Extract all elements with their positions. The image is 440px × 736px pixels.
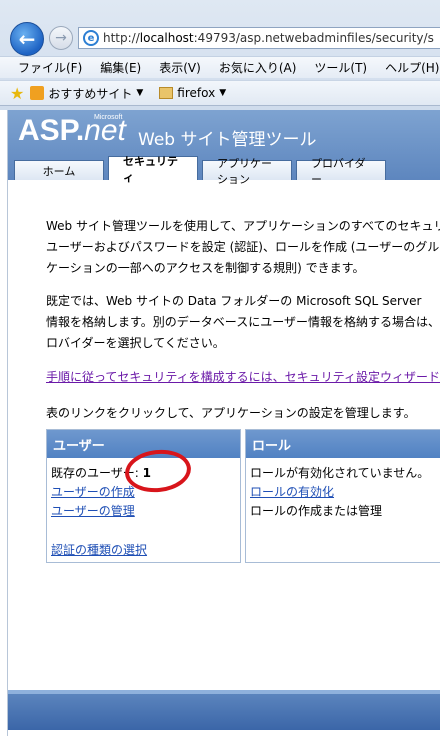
chevron-down-icon: ▼ (219, 88, 227, 98)
firefox-folder-item[interactable]: firefox ▼ (159, 86, 226, 100)
select-auth-type-link[interactable]: 認証の種類の選択 (51, 541, 147, 558)
page-left-edge (0, 110, 8, 736)
back-button[interactable]: ← (10, 22, 44, 56)
address-scheme: http:// (103, 31, 140, 45)
menu-view[interactable]: 表示(V) (159, 59, 201, 76)
browser-chrome: ← → e http://localhost:49793/asp.netweba… (0, 0, 440, 110)
add-favorite-star-icon[interactable]: ★ (10, 84, 24, 103)
menu-help[interactable]: ヘルプ(H) (385, 59, 439, 76)
enable-roles-link[interactable]: ロールの有効化 (250, 483, 334, 500)
create-manage-roles-text: ロールの作成または管理 (250, 504, 383, 518)
folder-icon (159, 87, 174, 99)
roles-panel: ロール ロールが有効化されていません。 ロールの有効化 ロールの作成または管理 (245, 429, 440, 563)
asp-net-header: ASP.net Microsoft Web サイト管理ツール ホーム セキュリテ… (8, 110, 440, 186)
navigation-bar: ← → e http://localhost:49793/asp.netweba… (0, 0, 440, 56)
menu-favorites[interactable]: お気に入り(A) (219, 59, 297, 76)
back-arrow-icon: ← (18, 27, 36, 51)
roles-status-text: ロールが有効化されていません。 (250, 466, 430, 480)
tab-provider[interactable]: プロバイダー (296, 157, 386, 186)
microsoft-mark: Microsoft (94, 114, 123, 121)
roles-panel-title: ロール (246, 430, 440, 458)
menu-file[interactable]: ファイル(F) (18, 59, 82, 76)
footer-bar (8, 690, 440, 730)
manage-users-link[interactable]: ユーザーの管理 (51, 502, 135, 519)
intro-paragraph-2: 既定では、Web サイトの Data フォルダーの Microsoft SQL … (46, 294, 440, 350)
favorites-bar: ★ おすすめサイト ▼ firefox ▼ (0, 80, 440, 106)
intro-paragraph-1: Web サイト管理ツールを使用して、アプリケーションのすべてのセキュリテ ユーザ… (46, 219, 440, 275)
admin-tabs: ホーム セキュリティ アプリケーション プロバイダー (14, 155, 390, 186)
address-text[interactable]: http://localhost:49793/asp.netwebadminfi… (103, 31, 434, 45)
menu-tools[interactable]: ツール(T) (314, 59, 367, 76)
instruction-text: 表のリンクをクリックして、アプリケーションの設定を管理します。 (46, 406, 416, 420)
address-host: localhost (139, 31, 194, 45)
menu-bar: ファイル(F) 編集(E) 表示(V) お気に入り(A) ツール(T) ヘルプ(… (0, 56, 440, 78)
menu-edit[interactable]: 編集(E) (100, 59, 141, 76)
firefox-folder-label: firefox (177, 86, 216, 100)
site-admin-title: Web サイト管理ツール (138, 130, 317, 150)
address-bar[interactable]: e http://localhost:49793/asp.netwebadmin… (78, 27, 440, 49)
users-panel: ユーザー 既存のユーザー: 1 ユーザーの作成 ユーザーの管理 認証の種類の選択 (46, 429, 241, 563)
suggested-sites-icon (30, 86, 45, 100)
suggested-sites-item[interactable]: おすすめサイト ▼ (30, 85, 143, 102)
forward-arrow-icon: → (55, 30, 67, 46)
forward-button[interactable]: → (49, 26, 73, 50)
tab-application[interactable]: アプリケーション (202, 157, 292, 186)
chevron-down-icon: ▼ (136, 88, 144, 98)
tab-home[interactable]: ホーム (14, 160, 104, 180)
suggested-sites-label: おすすめサイト (48, 86, 133, 101)
address-path: :49793/asp.netwebadminfiles/security/s (193, 31, 434, 45)
create-user-link[interactable]: ユーザーの作成 (51, 483, 135, 500)
security-wizard-link[interactable]: 手順に従ってセキュリティを構成するには、セキュリティ設定ウィザードを使 (46, 368, 440, 385)
ie-page-icon: e (83, 30, 99, 46)
tab-security[interactable]: セキュリティ (108, 155, 198, 184)
